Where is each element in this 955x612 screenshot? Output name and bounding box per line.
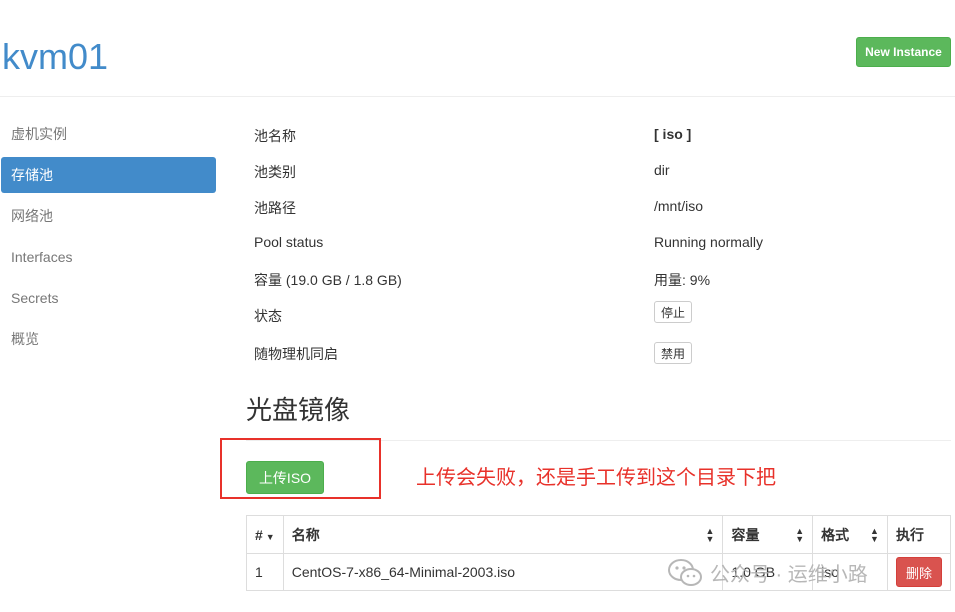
watermark: 公众号 · 运维小路	[668, 558, 868, 587]
pool-type-label: 池类别	[254, 164, 296, 180]
pool-path-value: /mnt/iso	[654, 198, 704, 214]
page-title: kvm01	[2, 36, 109, 77]
column-format[interactable]: 格式 ▲ ▼	[812, 515, 888, 554]
pool-type-row: 池类别 dir	[254, 153, 954, 189]
column-size[interactable]: 容量 ▲ ▼	[722, 515, 814, 554]
sidebar-item-secrets[interactable]: Secrets	[1, 280, 216, 316]
annotation-text: 上传会失败，还是手工传到这个目录下把	[416, 467, 776, 489]
pool-capacity-label: 容量 (19.0 GB / 1.8 GB)	[254, 272, 402, 288]
column-action: 执行	[886, 515, 952, 554]
sort-icon: ▲ ▼	[870, 525, 879, 544]
pool-capacity-row: 容量 (19.0 GB / 1.8 GB) 用量: 9%	[254, 261, 954, 297]
upload-iso-button[interactable]: 上传ISO	[246, 461, 324, 494]
pool-status-row: Pool status Running normally	[254, 225, 954, 261]
pool-state-row: 状态 停止	[254, 297, 954, 333]
sort-icon: ▲ ▼	[705, 525, 715, 544]
stop-pool-button[interactable]: 停止	[654, 301, 693, 323]
row-index: 1	[246, 553, 284, 591]
pool-path-row: 池路径 /mnt/iso	[254, 189, 954, 225]
wechat-icon	[668, 558, 702, 586]
pool-usage-value: 用量: 9%	[654, 272, 711, 288]
sort-desc-icon: ▼	[265, 531, 275, 542]
column-name[interactable]: 名称 ▲ ▼	[282, 515, 724, 554]
pool-type-value: dir	[654, 162, 670, 178]
iso-section-title: 光盘镜像	[246, 395, 351, 425]
row-action-cell: 删除	[886, 553, 952, 591]
pool-properties: 池名称 [ iso ] 池类别 dir 池路径 /mnt/iso Pool st…	[254, 117, 954, 371]
column-index-label: #	[255, 526, 263, 543]
delete-button[interactable]: 删除	[895, 557, 942, 587]
header-divider	[0, 96, 955, 97]
pool-path-label: 池路径	[254, 200, 296, 216]
column-index[interactable]: # ▼	[246, 515, 284, 554]
new-instance-button[interactable]: New Instance	[856, 37, 951, 67]
disable-autostart-button[interactable]: 禁用	[654, 342, 693, 364]
watermark-text: 公众号 · 运维小路	[710, 564, 868, 586]
pool-status-label: Pool status	[254, 234, 324, 250]
sidebar-nav: 虚机实例 存储池 网络池 Interfaces Secrets 概览	[1, 116, 216, 362]
sort-icon: ▲ ▼	[795, 525, 805, 544]
row-name: CentOS-7-x86_64-Minimal-2003.iso	[282, 553, 724, 591]
pool-state-label: 状态	[254, 308, 282, 324]
pool-name-value: [ iso ]	[654, 126, 692, 142]
pool-name-row: 池名称 [ iso ]	[254, 117, 954, 153]
pool-status-value: Running normally	[654, 234, 763, 250]
pool-autostart-label: 随物理机同启	[254, 346, 338, 362]
sidebar-item-networks[interactable]: 网络池	[1, 198, 216, 234]
column-size-label: 容量	[731, 526, 760, 543]
sidebar-item-interfaces[interactable]: Interfaces	[1, 239, 216, 275]
column-name-label: 名称	[291, 526, 320, 543]
pool-autostart-row: 随物理机同启 禁用	[254, 333, 954, 371]
table-header-row: # ▼ 名称 ▲ ▼ 容量 ▲ ▼ 格式 ▲ ▼ 执行	[246, 515, 952, 554]
sidebar-item-instances[interactable]: 虚机实例	[1, 116, 216, 152]
sidebar-item-overview[interactable]: 概览	[1, 321, 216, 357]
column-format-label: 格式	[821, 526, 850, 543]
sidebar-item-storage[interactable]: 存储池	[1, 157, 216, 193]
pool-name-label: 池名称	[254, 128, 296, 144]
